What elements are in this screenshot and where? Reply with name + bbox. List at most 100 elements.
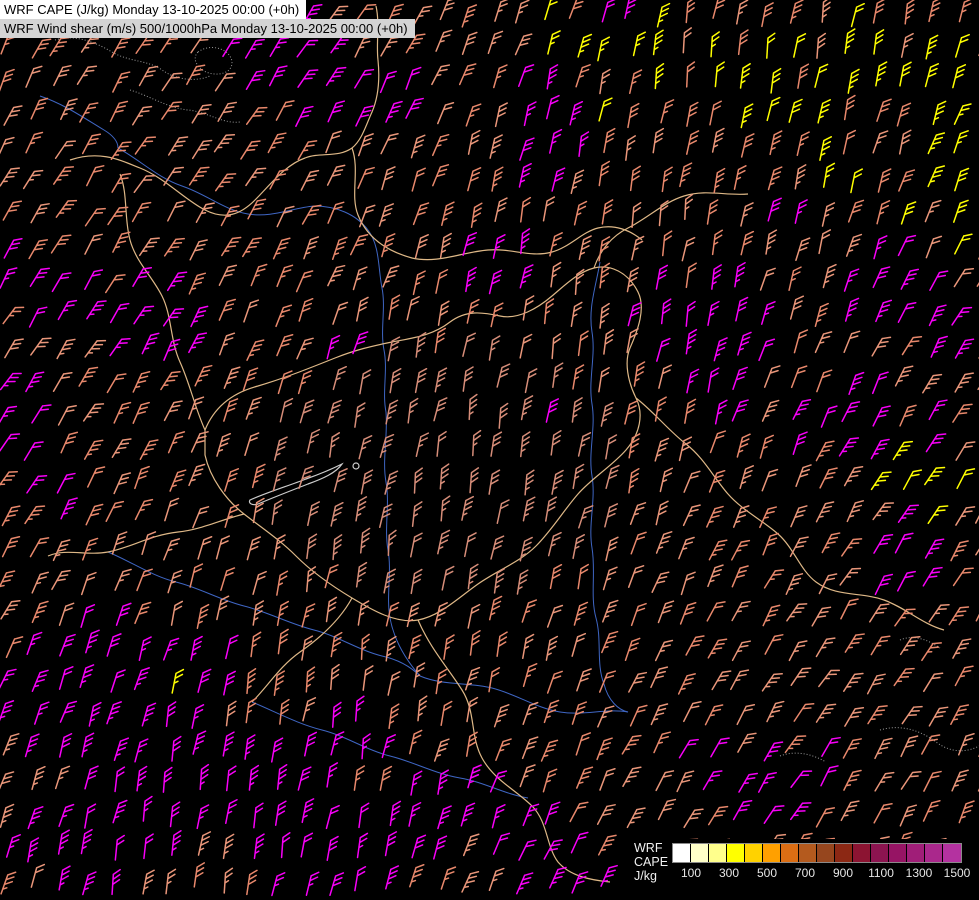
wind-barb xyxy=(652,569,669,595)
wind-barb xyxy=(679,736,698,761)
wind-barb xyxy=(497,363,509,389)
wind-barb xyxy=(951,538,968,563)
wind-barb xyxy=(247,67,265,92)
wind-barb xyxy=(389,294,399,320)
wind-barb xyxy=(679,535,694,561)
wind-barb xyxy=(952,768,968,794)
wind-barb xyxy=(438,100,454,126)
wind-barb xyxy=(712,668,730,693)
wind-barb xyxy=(686,262,696,288)
wind-barb xyxy=(955,167,969,193)
wind-barb xyxy=(545,0,558,21)
wind-barb xyxy=(495,568,505,594)
wind-barb xyxy=(253,463,265,489)
wind-barb xyxy=(276,800,286,826)
wind-barb xyxy=(276,303,291,329)
wind-barb xyxy=(219,263,236,288)
wind-barb xyxy=(849,370,864,396)
wind-barb xyxy=(193,730,205,756)
wind-barb xyxy=(216,70,235,95)
wind-barb xyxy=(656,396,667,422)
wind-barb xyxy=(520,763,535,789)
wind-barb xyxy=(736,296,748,322)
wind-barb xyxy=(548,603,563,629)
wind-barb xyxy=(577,765,593,791)
wind-barb xyxy=(733,365,747,391)
wind-barb xyxy=(552,469,563,495)
wind-barb xyxy=(681,570,695,596)
legend-swatch xyxy=(763,844,781,862)
wind-barb xyxy=(899,502,919,526)
wind-barb xyxy=(227,701,236,727)
wind-barb xyxy=(189,462,205,488)
wind-barb xyxy=(789,266,801,292)
wind-barb xyxy=(822,0,830,22)
wind-barb xyxy=(489,866,503,892)
wind-barb xyxy=(956,33,969,59)
wind-barb xyxy=(413,501,422,527)
wind-barb xyxy=(32,765,45,791)
wind-barb xyxy=(218,99,236,124)
wind-barb xyxy=(106,499,123,524)
wind-barb xyxy=(386,864,399,890)
wind-barb xyxy=(442,201,454,227)
wind-barb xyxy=(170,468,186,494)
wind-barb xyxy=(3,303,23,327)
wind-barb xyxy=(790,534,808,559)
wind-barb xyxy=(465,532,476,558)
wind-barb xyxy=(817,368,832,394)
wind-barb xyxy=(843,736,861,761)
legend-ticks: 100300500700900110013001500 xyxy=(672,866,978,882)
wind-barb xyxy=(164,536,180,562)
wind-barb xyxy=(412,167,425,193)
wind-barb xyxy=(87,163,104,188)
wind-barb xyxy=(331,664,339,690)
wind-barb xyxy=(59,802,74,828)
wind-barb xyxy=(470,467,478,493)
wind-barb xyxy=(435,601,447,627)
wind-barb xyxy=(922,732,940,757)
wind-barb xyxy=(114,470,130,496)
wind-barb xyxy=(930,268,948,293)
wind-barb xyxy=(357,562,367,588)
wind-barb xyxy=(328,399,341,425)
wind-barb xyxy=(599,367,609,393)
wind-barb xyxy=(85,437,103,462)
wind-barb xyxy=(32,570,48,596)
wind-barb xyxy=(602,0,615,23)
wind-barb xyxy=(358,165,374,191)
wind-barb xyxy=(570,799,588,824)
wind-barb xyxy=(359,434,371,460)
wind-barb xyxy=(739,29,748,55)
wind-barb xyxy=(632,235,644,261)
wind-barb xyxy=(438,804,451,830)
wind-barb xyxy=(26,64,42,90)
wind-barb xyxy=(494,63,507,89)
wind-barb xyxy=(543,767,556,793)
wind-barb xyxy=(226,798,237,824)
wind-barb xyxy=(302,798,313,824)
wind-barb xyxy=(306,667,314,693)
wind-barb xyxy=(684,502,700,528)
wind-barb xyxy=(142,331,158,357)
wind-barb xyxy=(949,603,968,628)
wind-barb xyxy=(247,535,260,561)
wind-barb xyxy=(686,329,696,355)
wind-barb xyxy=(227,765,236,791)
wind-barb xyxy=(574,601,587,627)
wind-barb xyxy=(875,769,894,794)
wind-barb xyxy=(544,837,562,862)
wind-barb xyxy=(733,638,751,663)
wind-barb xyxy=(845,267,859,293)
wind-barb xyxy=(413,270,425,296)
wind-barb xyxy=(523,633,534,659)
wind-barb xyxy=(762,300,775,326)
wind-barb xyxy=(925,464,945,488)
wind-barb xyxy=(930,302,946,328)
wind-barb xyxy=(551,262,561,288)
legend-swatch xyxy=(853,844,871,862)
wind-barb xyxy=(302,635,312,661)
wind-barb xyxy=(114,400,130,426)
wind-barb xyxy=(901,768,920,793)
wind-barb xyxy=(468,166,481,192)
